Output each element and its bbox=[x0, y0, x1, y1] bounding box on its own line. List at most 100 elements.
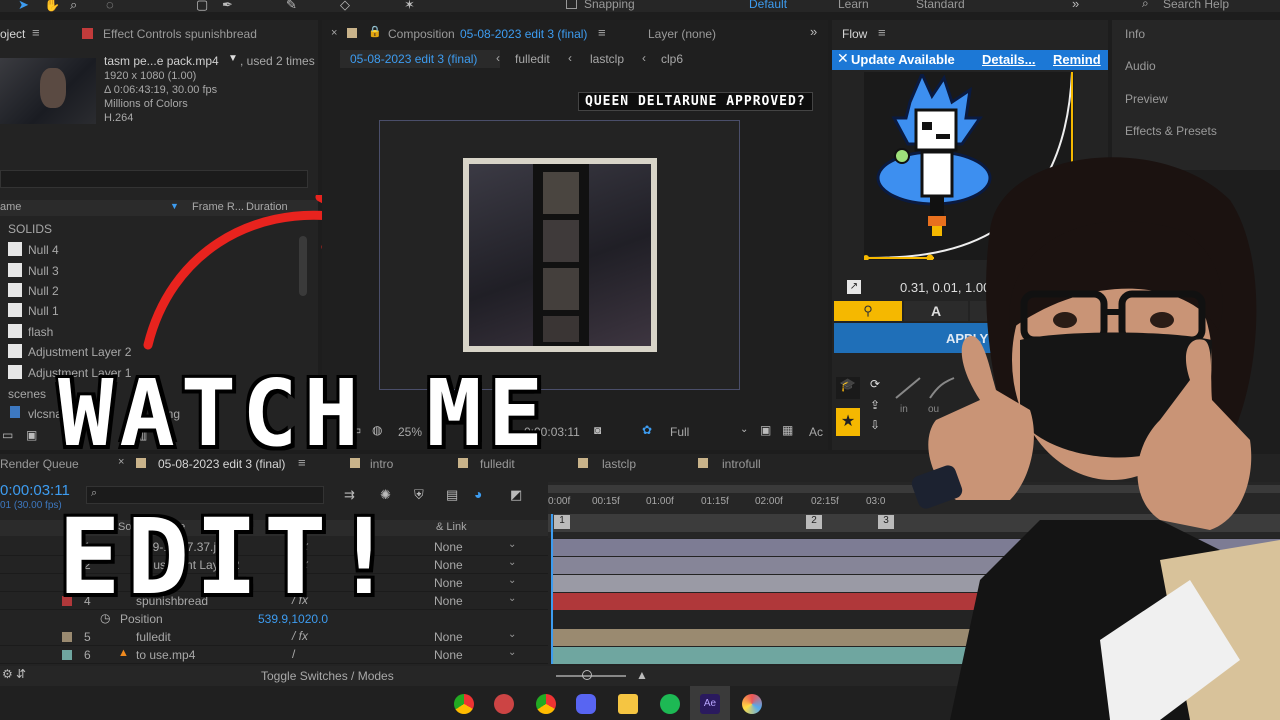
file-explorer-icon[interactable] bbox=[618, 694, 638, 714]
chrome-icon[interactable] bbox=[536, 694, 556, 714]
close-tab-icon[interactable]: × bbox=[331, 27, 337, 39]
timeline-tab-introfull[interactable]: introfull bbox=[722, 457, 761, 471]
snapping-checkbox[interactable] bbox=[566, 0, 577, 9]
comp-overflow-icon[interactable]: » bbox=[810, 24, 817, 39]
parent-select[interactable]: None bbox=[434, 648, 463, 662]
timeline-fps: 01 (30.00 fps) bbox=[0, 500, 62, 511]
workspace-learn[interactable]: Learn bbox=[838, 0, 869, 11]
effects-presets-tab[interactable]: Effects & Presets bbox=[1125, 124, 1217, 138]
comp-tab-prefix[interactable]: Composition bbox=[388, 27, 455, 41]
color-icon[interactable]: ✿ bbox=[642, 423, 652, 437]
selection-tool-icon[interactable]: ➤ bbox=[18, 0, 29, 13]
parent-chevron-icon[interactable]: ⌄ bbox=[508, 647, 516, 658]
table-row[interactable]: 5 fulledit / fx None ⌄ bbox=[0, 628, 548, 646]
render-icon[interactable]: ⚙ bbox=[2, 667, 13, 681]
puppet-tool-icon[interactable]: ✶ bbox=[404, 0, 415, 13]
switch-fx-icon[interactable]: / fx bbox=[292, 629, 308, 643]
shy-icon[interactable]: ⛨ bbox=[414, 487, 424, 503]
project-tab[interactable]: oject bbox=[0, 27, 25, 41]
panel-menu-icon[interactable]: ≡ bbox=[32, 25, 40, 40]
info-panel-tab[interactable]: Info bbox=[1125, 27, 1145, 41]
remind-link[interactable]: Remind bbox=[1053, 52, 1101, 67]
flow-tab[interactable]: Flow bbox=[842, 27, 867, 41]
eraser-tool-icon[interactable]: ◇ bbox=[340, 0, 350, 13]
file-dropdown-icon[interactable]: ▼ bbox=[228, 53, 238, 64]
breadcrumb-item[interactable]: fulledit bbox=[515, 52, 550, 66]
folder-solids[interactable]: SOLIDS bbox=[8, 222, 52, 236]
snapshot-icon[interactable]: ◙ bbox=[594, 423, 601, 437]
details-link[interactable]: Details... bbox=[982, 52, 1035, 67]
chrome-icon[interactable] bbox=[454, 694, 474, 714]
new-comp-icon[interactable]: ▣ bbox=[26, 428, 37, 442]
expand-icon[interactable]: ⇵ bbox=[16, 667, 26, 681]
breadcrumb-item[interactable]: clp6 bbox=[661, 52, 683, 66]
table-row[interactable]: 6 ▲ to use.mp4 / None ⌄ bbox=[0, 646, 548, 664]
parent-chevron-icon[interactable]: ⌄ bbox=[508, 539, 516, 550]
discord-icon[interactable] bbox=[576, 694, 596, 714]
parent-chevron-icon[interactable]: ⌄ bbox=[508, 557, 516, 568]
folder-scenes[interactable]: scenes bbox=[8, 387, 46, 401]
hand-tool-icon[interactable]: ✋ bbox=[44, 0, 60, 13]
parent-select[interactable]: None bbox=[434, 540, 463, 554]
parent-select[interactable]: None bbox=[434, 594, 463, 608]
parent-chevron-icon[interactable]: ⌄ bbox=[508, 629, 516, 640]
brush-tool-icon[interactable]: ✎ bbox=[286, 0, 297, 13]
frame-blend-icon[interactable]: ▤ bbox=[446, 487, 458, 503]
overflow-chevron-icon[interactable]: » bbox=[1072, 0, 1079, 11]
col-parent-link[interactable]: & Link bbox=[436, 521, 467, 533]
toggle-switches-modes[interactable]: Toggle Switches / Modes bbox=[261, 669, 394, 683]
timeline-tab-lastclp[interactable]: lastclp bbox=[602, 457, 636, 471]
workspace-standard[interactable]: Standard bbox=[916, 0, 965, 11]
layer-name[interactable]: fulledit bbox=[136, 630, 171, 644]
graph-editor-icon[interactable]: ◩ bbox=[510, 487, 522, 503]
audio-panel-tab[interactable]: Audio bbox=[1125, 59, 1156, 73]
parent-select[interactable]: None bbox=[434, 576, 463, 590]
star-icon[interactable]: ★ bbox=[836, 408, 860, 436]
search-help-icon[interactable]: ⌕ bbox=[1142, 0, 1149, 11]
layer-label-swatch[interactable] bbox=[62, 650, 72, 660]
folder-icon[interactable]: ▭ bbox=[2, 428, 13, 442]
comp-viewer[interactable] bbox=[379, 120, 740, 390]
pen-tool-icon[interactable]: ✒ bbox=[222, 0, 233, 13]
zoom-in-icon[interactable]: ▲ bbox=[636, 668, 648, 682]
resolution-select[interactable]: Full bbox=[670, 425, 689, 439]
col-name[interactable]: ame bbox=[0, 201, 21, 213]
rotate-tool-icon[interactable]: ◌ bbox=[106, 0, 114, 12]
effect-controls-tab[interactable]: Effect Controls spunishbread bbox=[103, 27, 257, 41]
comp-menu-icon[interactable]: ≡ bbox=[598, 25, 606, 40]
breadcrumb-item[interactable]: 05-08-2023 edit 3 (final) bbox=[350, 52, 477, 66]
layer-tab[interactable]: Layer (none) bbox=[648, 27, 716, 41]
layer-name[interactable]: to use.mp4 bbox=[136, 648, 195, 662]
shape-tool-icon[interactable]: ▢ bbox=[196, 0, 208, 13]
search-help-input[interactable]: Search Help bbox=[1163, 0, 1229, 11]
active-camera[interactable]: Ac bbox=[809, 425, 823, 439]
project-search-input[interactable] bbox=[0, 170, 308, 188]
parent-chevron-icon[interactable]: ⌄ bbox=[508, 575, 516, 586]
switch-icon[interactable]: / bbox=[292, 647, 295, 661]
parent-select[interactable]: None bbox=[434, 558, 463, 572]
flow-menu-icon[interactable]: ≡ bbox=[878, 25, 886, 40]
layer-label-swatch[interactable] bbox=[62, 632, 72, 642]
transparency-icon[interactable]: ▦ bbox=[782, 423, 793, 437]
app-icon[interactable] bbox=[494, 694, 514, 714]
link-icon[interactable]: ↗ bbox=[847, 280, 861, 294]
marker[interactable]: 2 bbox=[806, 515, 822, 529]
resolution-chevron-icon[interactable]: ⌄ bbox=[740, 424, 748, 435]
davinci-icon[interactable] bbox=[742, 694, 762, 714]
parent-chevron-icon[interactable]: ⌄ bbox=[508, 593, 516, 604]
graduate-icon[interactable]: 🎓 bbox=[836, 377, 860, 399]
zoom-slider-thumb[interactable] bbox=[582, 670, 592, 680]
breadcrumb-item[interactable]: lastclp bbox=[590, 52, 624, 66]
roi-icon[interactable]: ▣ bbox=[760, 423, 771, 437]
marker[interactable]: 1 bbox=[554, 515, 570, 529]
preview-panel-tab[interactable]: Preview bbox=[1125, 92, 1168, 106]
banner-close-icon[interactable]: ✕ bbox=[837, 50, 849, 67]
lock-icon[interactable]: 🔒 bbox=[368, 25, 382, 38]
parent-select[interactable]: None bbox=[434, 630, 463, 644]
comp-tab-name[interactable]: 05-08-2023 edit 3 (final) bbox=[460, 27, 587, 41]
workspace-default[interactable]: Default bbox=[749, 0, 787, 11]
motion-blur-icon[interactable]: ◕ bbox=[474, 486, 482, 502]
zoom-tool-icon[interactable]: ⌕ bbox=[70, 0, 77, 13]
spotify-icon[interactable] bbox=[660, 694, 680, 714]
after-effects-icon[interactable]: Ae bbox=[700, 694, 720, 714]
